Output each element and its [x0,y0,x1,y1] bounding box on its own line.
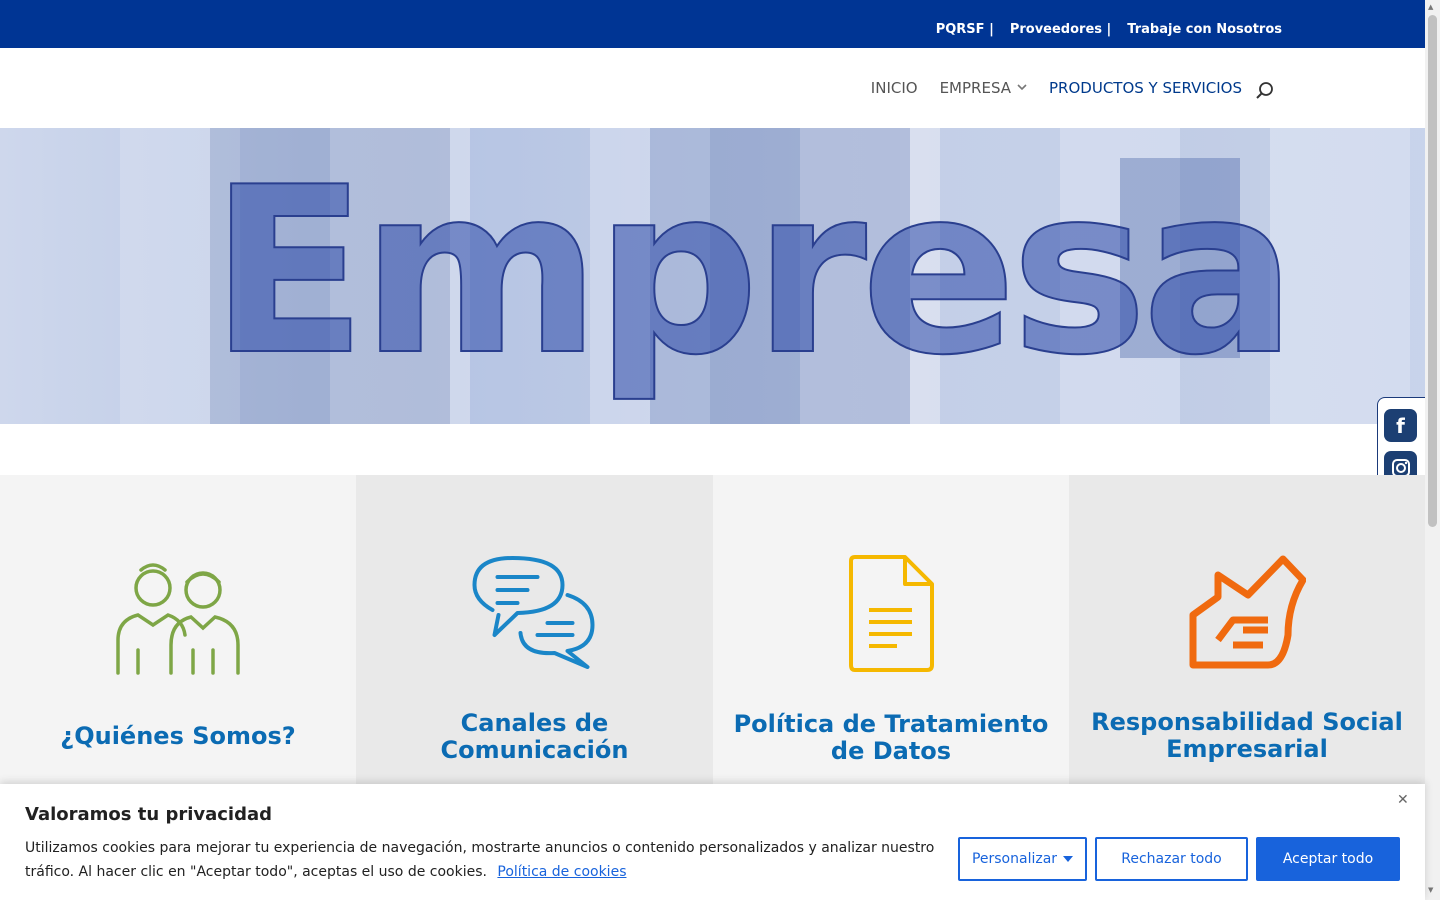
nav-item-inicio[interactable]: INICIO [871,79,918,97]
document-icon [847,555,935,677]
facebook-glyph: f [1396,413,1405,438]
nav-item-label: INICIO [870,79,918,97]
chat-bubbles-icon [472,555,597,677]
cookie-title: Valoramos tu privacidad [25,804,273,825]
pqrsf-link[interactable]: PQRSF | [936,22,994,37]
cookie-text: Utilizamos cookies para mejorar tu exper… [25,836,940,884]
caret-down-icon [1063,856,1074,862]
cookie-message: Utilizamos cookies para mejorar tu exper… [25,840,935,880]
hero-banner: Empresa [0,128,1425,424]
customize-label: Personalizar [971,851,1058,867]
people-icon [113,560,243,679]
cookie-banner: Valoramos tu privacidad ✕ Utilizamos coo… [0,784,1425,900]
nav-item-label: PRODUCTOS Y SERVICIOS [1049,79,1242,97]
proveedores-link[interactable]: Proveedores | [1010,22,1111,37]
card-title: ¿Quiénes Somos? [60,722,296,750]
hand-house-icon [1188,555,1307,675]
search-icon[interactable] [1255,81,1275,101]
top-bar: PQRSF | Proveedores | Trabaje con Nosotr… [0,0,1425,48]
card-responsabilidad-social[interactable]: Responsabilidad Social Empresarial [1069,475,1425,805]
nav-item-label: EMPRESA [939,79,1012,97]
card-title: Política de Tratamiento de Datos [733,710,1049,765]
card-title: Canales de Comunicación [440,709,629,764]
card-quienes-somos[interactable]: ¿Quiénes Somos? [0,475,356,805]
main-nav: INICIO EMPRESA PRODUCTOS Y SERVICIOS [871,79,1242,97]
header: INICIO EMPRESA PRODUCTOS Y SERVICIOS [0,48,1425,128]
top-links: PQRSF | Proveedores | Trabaje con Nosotr… [936,22,1282,37]
card-canales-de-comunicacion[interactable]: Canales de Comunicación [356,475,713,805]
reject-all-button[interactable]: Rechazar todo [1095,837,1248,881]
scroll-down-arrow-icon[interactable]: ▼ [1428,886,1433,894]
nav-item-empresa[interactable]: EMPRESA [940,79,1027,97]
cookie-policy-link[interactable]: Política de cookies [497,864,626,880]
close-icon[interactable]: ✕ [1397,792,1409,808]
facebook-icon[interactable]: f [1384,409,1417,442]
hero-title: Empresa [209,139,1298,406]
nav-item-productos-y-servicios[interactable]: PRODUCTOS Y SERVICIOS [1049,79,1242,97]
card-title: Responsabilidad Social Empresarial [1091,708,1403,763]
card-politica-de-datos[interactable]: Política de Tratamiento de Datos [713,475,1069,805]
trabaje-con-nosotros-link[interactable]: Trabaje con Nosotros [1127,22,1282,37]
customize-button[interactable]: Personalizar [958,837,1087,881]
scroll-up-arrow-icon[interactable]: ▲ [1428,3,1433,11]
scrollbar-thumb[interactable] [1428,15,1437,527]
accept-all-button[interactable]: Aceptar todo [1256,837,1400,881]
chevron-down-icon [1017,83,1027,94]
scrollbar[interactable]: ▲ ▼ [1425,0,1440,900]
